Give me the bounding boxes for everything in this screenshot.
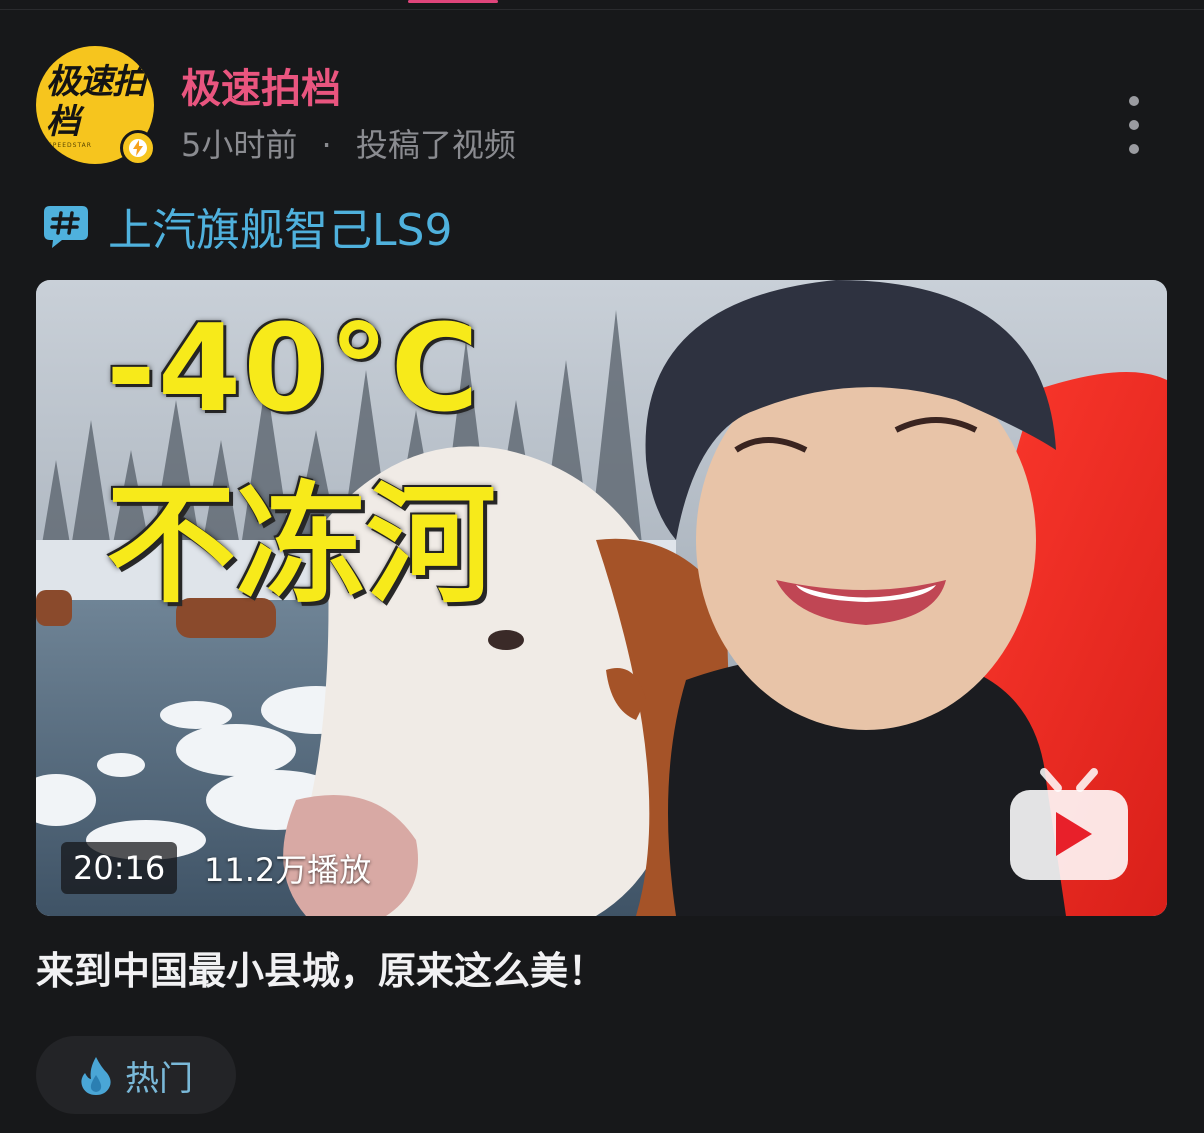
author-name[interactable]: 极速拍档 <box>181 56 341 114</box>
topic-link[interactable]: 上汽旗舰智己LS9 <box>40 196 452 256</box>
play-count: 11.2万播放 <box>204 851 372 889</box>
video-thumbnail[interactable]: -40°C 不冻河 20:16 11.2万播放 <box>36 280 1167 916</box>
overlay-temperature: -40°C <box>106 300 481 439</box>
post-action: 投稿了视频 <box>355 126 516 164</box>
post-meta: 5小时前 · 投稿了视频 <box>181 120 516 166</box>
tv-play-logo-icon <box>1010 768 1128 880</box>
more-options-button[interactable] <box>1116 96 1152 154</box>
topic-label: 上汽旗舰智己LS9 <box>108 205 453 256</box>
author-avatar[interactable]: 极速拍档 SPEEDSTAR <box>36 46 156 166</box>
hot-tag-chip[interactable]: 热门 <box>36 1036 236 1114</box>
more-dot <box>1129 144 1139 154</box>
hot-tag-label: 热门 <box>125 1058 193 1099</box>
feed-card: 极速拍档 SPEEDSTAR 极速拍档 5小时前 · 投稿了视频 上汽旗舰智己L… <box>0 0 1204 1133</box>
lightning-badge-icon <box>120 130 156 166</box>
overlay-caption: 不冻河 <box>106 469 497 621</box>
avatar-logo-text: 极速拍档 <box>46 62 146 142</box>
more-dot <box>1129 120 1139 130</box>
more-dot <box>1129 96 1139 106</box>
top-divider <box>0 9 1204 10</box>
avatar-logo-subtext: SPEEDSTAR <box>48 142 92 149</box>
flame-icon <box>81 1057 111 1095</box>
post-time: 5小时前 <box>181 126 298 164</box>
hashtag-bubble-icon <box>44 206 88 248</box>
video-title[interactable]: 来到中国最小县城，原来这么美！ <box>36 940 606 995</box>
duration-badge: 20:16 <box>61 842 178 894</box>
tab-indicator <box>408 0 498 3</box>
meta-separator: · <box>321 126 332 164</box>
